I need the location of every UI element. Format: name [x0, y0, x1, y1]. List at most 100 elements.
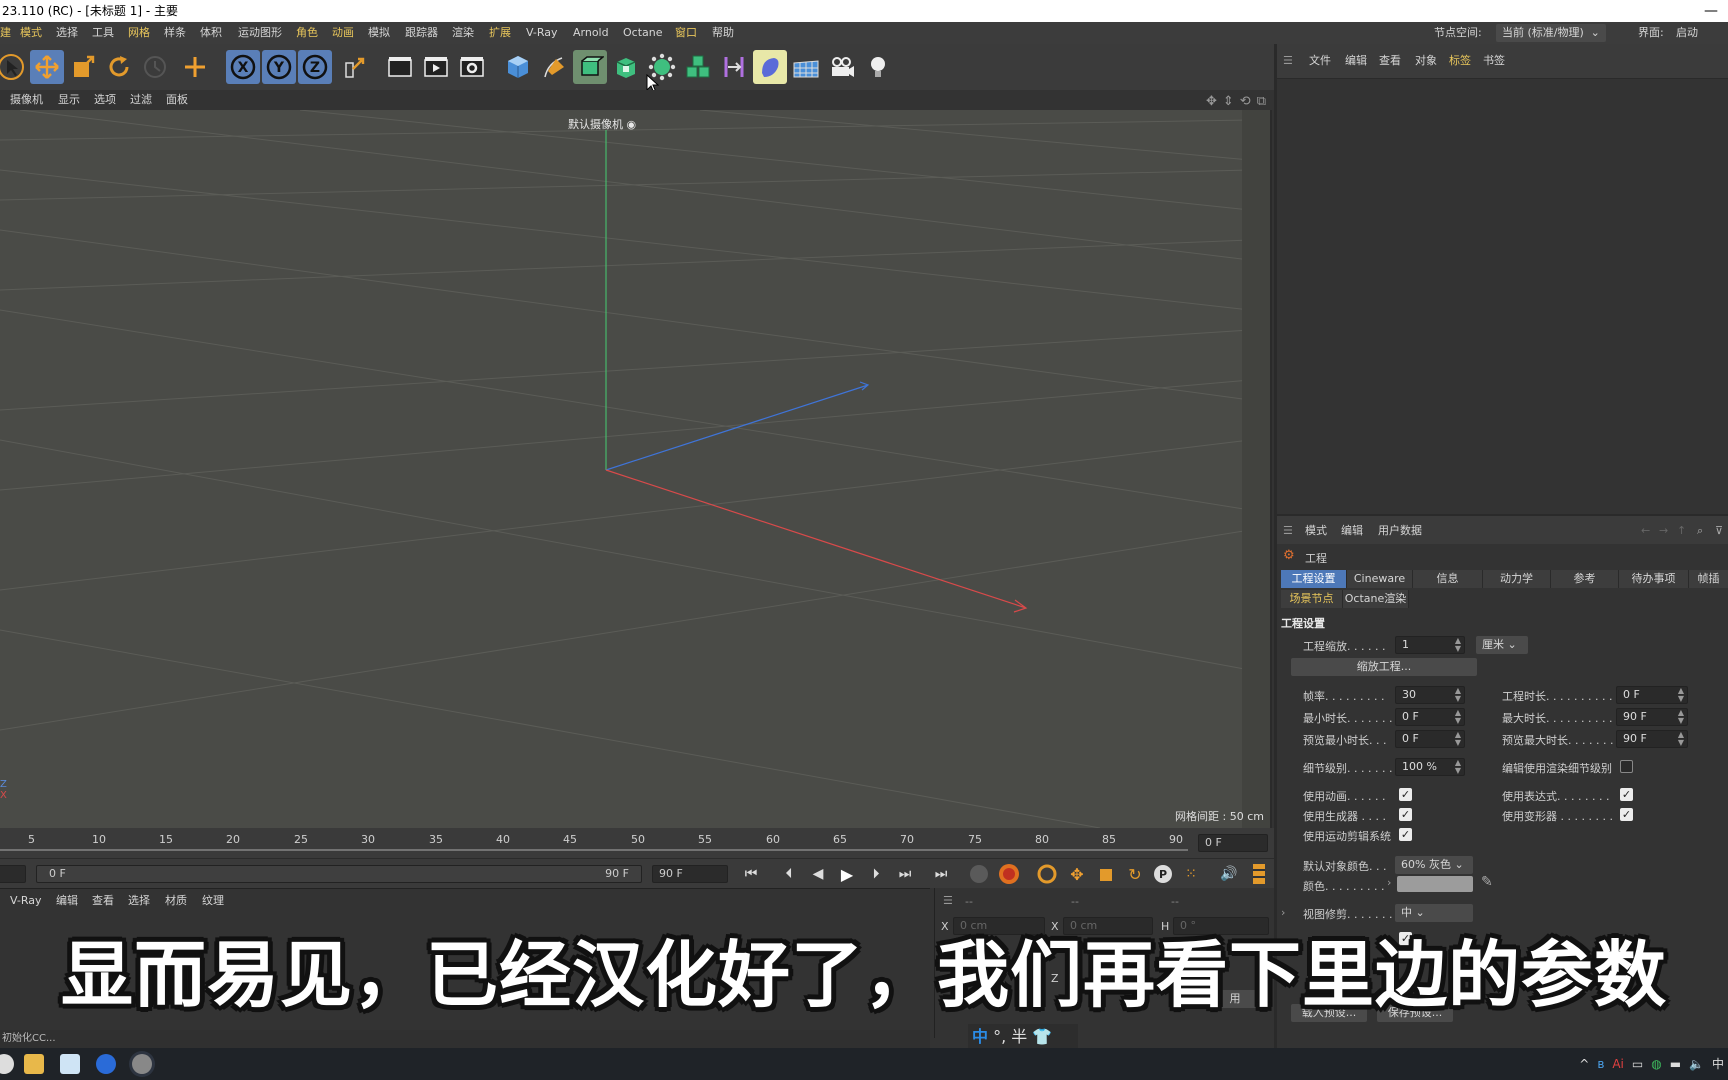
scale-icon[interactable] [66, 50, 100, 84]
network-icon[interactable]: ▭ [1632, 1048, 1643, 1080]
pen-icon[interactable] [537, 50, 571, 84]
sound-icon[interactable]: 🔊 [1216, 861, 1242, 887]
menu-item-window[interactable]: 窗口 [675, 22, 697, 44]
tab-referencing[interactable]: 参考 [1551, 570, 1619, 588]
viewport-menu-panel[interactable]: 面板 [166, 90, 188, 110]
move-icon[interactable] [30, 50, 64, 84]
eyedropper-icon[interactable]: ✎ [1481, 874, 1493, 890]
coord-system-icon[interactable] [338, 50, 372, 84]
select-icon[interactable] [0, 50, 28, 84]
viewport-scrollbar[interactable] [1242, 110, 1270, 828]
wechat-icon[interactable]: ◍ [1651, 1048, 1661, 1080]
menu-item-octane[interactable]: Octane [623, 22, 663, 44]
volume-icon[interactable]: 🔈 [1689, 1048, 1704, 1080]
deformer-icon[interactable] [717, 50, 751, 84]
menu-item-spline[interactable]: 样条 [164, 22, 186, 44]
viewport-menu-display[interactable]: 显示 [58, 90, 80, 110]
cube-icon[interactable] [501, 50, 535, 84]
menu-item-arnold[interactable]: Arnold [573, 22, 609, 44]
notepad-icon[interactable] [60, 1054, 80, 1074]
adobe-icon[interactable]: Ai [1612, 1048, 1624, 1080]
play-icon[interactable]: ▶ [834, 861, 860, 887]
next-key-icon[interactable]: ⏭ [892, 861, 918, 887]
object-manager-menu-icon[interactable]: ☰ [1283, 44, 1293, 78]
render-lod-checkbox[interactable] [1620, 760, 1633, 773]
z-axis-icon[interactable]: Z [298, 50, 332, 84]
tab-cineware[interactable]: Cineware [1347, 570, 1413, 588]
fps-field[interactable]: 30 ▲ ▼ [1395, 686, 1465, 704]
extrude-icon[interactable] [609, 50, 643, 84]
om-menu-file[interactable]: 文件 [1309, 44, 1331, 78]
am-menu-edit[interactable]: 编辑 [1341, 516, 1363, 546]
menu-item-extensions[interactable]: 扩展 [489, 22, 511, 44]
viewport-menu-filter[interactable]: 过滤 [130, 90, 152, 110]
color-swatch[interactable] [1397, 876, 1473, 892]
menu-item-tracker[interactable]: 跟踪器 [405, 22, 438, 44]
3d-viewport[interactable]: Z X 默认摄像机 ◉ 网格间距 : 50 cm [0, 110, 1272, 828]
preview-range-slider[interactable]: 0 F 90 F [36, 865, 642, 883]
recent-icon[interactable] [138, 50, 172, 84]
menu-item-tools[interactable]: 工具 [92, 22, 114, 44]
mograph-icon[interactable] [681, 50, 715, 84]
floor-icon[interactable] [789, 50, 823, 84]
goto-start-icon[interactable]: ⏮ [738, 861, 764, 887]
start-icon[interactable] [0, 1054, 14, 1074]
tab-dynamics[interactable]: 动力学 [1483, 570, 1551, 588]
node-space-dropdown[interactable]: 当前 (标准/物理) ⌄ [1496, 24, 1606, 42]
cinema4d-icon[interactable] [132, 1054, 152, 1074]
coords-menu-icon[interactable]: ☰ [943, 894, 953, 907]
tray-expand-icon[interactable]: ^ [1579, 1048, 1589, 1080]
material-menu-view[interactable]: 查看 [92, 889, 114, 913]
key-settings-icon[interactable] [1034, 861, 1060, 887]
max-frame-field[interactable]: 90 F [652, 865, 728, 883]
x-axis-icon[interactable]: X [226, 50, 260, 84]
y-axis-icon[interactable]: Y [262, 50, 296, 84]
light-icon[interactable] [861, 50, 895, 84]
material-menu-select[interactable]: 选择 [128, 889, 150, 913]
frame-start-stepper[interactable] [0, 865, 26, 883]
camera-label[interactable]: 默认摄像机 ◉ [568, 116, 636, 132]
file-explorer-icon[interactable] [24, 1054, 44, 1074]
key-pla-icon[interactable]: ⁙ [1178, 861, 1204, 887]
camera-icon[interactable] [825, 50, 859, 84]
om-menu-bookmarks[interactable]: 书签 [1483, 44, 1505, 78]
rotate-view-icon[interactable]: ⟲ [1240, 92, 1251, 112]
preview-max-field[interactable]: 90 F ▲ ▼ [1616, 730, 1688, 748]
timeline-window-icon[interactable] [1246, 861, 1272, 887]
doc-time-field[interactable]: 0 F ▲ ▼ [1616, 686, 1688, 704]
view-clipping-dropdown[interactable]: 中 ⌄ [1395, 904, 1473, 922]
live-select-icon[interactable] [178, 50, 212, 84]
nav-back-icon[interactable]: ← [1641, 516, 1650, 546]
layout-value[interactable]: 启动 [1676, 22, 1698, 44]
object-manager-list[interactable] [1277, 78, 1728, 514]
expand-arrow-icon[interactable]: › [1387, 876, 1391, 889]
filter-icon[interactable]: ⊽ [1715, 516, 1723, 546]
key-rotation-icon[interactable]: ↻ [1122, 861, 1148, 887]
autokey-icon[interactable] [996, 861, 1022, 887]
record-icon[interactable] [966, 861, 992, 887]
tab-project-settings[interactable]: 工程设置 [1281, 570, 1347, 588]
project-scale-unit-dropdown[interactable]: 厘米 ⌄ [1476, 636, 1528, 654]
material-menu-edit[interactable]: 编辑 [56, 889, 78, 913]
om-menu-object[interactable]: 对象 [1415, 44, 1437, 78]
prev-frame-icon[interactable]: ◀ [805, 861, 831, 887]
maximize-view-icon[interactable]: ⧉ [1257, 92, 1266, 112]
render-view-icon[interactable] [383, 50, 417, 84]
use-motion-system-checkbox[interactable]: ✓ [1399, 828, 1412, 841]
input-method-label[interactable]: 中 [1712, 1048, 1724, 1080]
lod-field[interactable]: 100 % ▲ ▼ [1395, 758, 1465, 776]
pan-view-icon[interactable]: ✥ [1206, 92, 1217, 112]
project-scale-field[interactable]: 1 ▲ ▼ [1395, 636, 1465, 654]
current-frame-field[interactable]: 0 F [1198, 834, 1268, 852]
am-menu-mode[interactable]: 模式 [1305, 516, 1327, 546]
menu-item-help[interactable]: 帮助 [712, 22, 734, 44]
om-menu-edit[interactable]: 编辑 [1345, 44, 1367, 78]
nav-up-icon[interactable]: ↑ [1677, 516, 1686, 546]
app-icon[interactable] [96, 1054, 116, 1074]
use-animation-checkbox[interactable]: ✓ [1399, 788, 1412, 801]
field-icon[interactable] [753, 50, 787, 84]
menu-item-create[interactable]: 建 [0, 22, 11, 44]
menu-item-select[interactable]: 选择 [56, 22, 78, 44]
material-menu-material[interactable]: 材质 [165, 889, 187, 913]
use-generators-checkbox[interactable]: ✓ [1399, 808, 1412, 821]
